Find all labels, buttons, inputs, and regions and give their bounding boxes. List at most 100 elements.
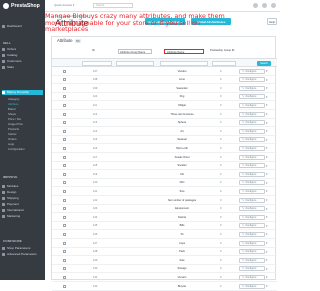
configure-button[interactable]: ✎ Configure (239, 137, 265, 143)
row-checkbox[interactable] (63, 78, 66, 82)
search-input[interactable]: Search (93, 3, 133, 8)
filter-attribute-name-input[interactable] (160, 60, 208, 66)
notifications-icon[interactable] (262, 3, 267, 8)
row-checkbox[interactable] (63, 181, 66, 185)
sidebar-item[interactable]: Modules (2, 184, 43, 189)
row-actions-dropdown-icon[interactable]: ▾ (266, 224, 268, 228)
row-checkbox[interactable] (63, 121, 66, 125)
row-actions-dropdown-icon[interactable]: ▾ (266, 86, 268, 90)
row-actions-dropdown-icon[interactable]: ▾ (266, 112, 268, 116)
configure-button[interactable]: ✎ Configure (239, 197, 265, 203)
row-checkbox[interactable] (63, 164, 66, 168)
configure-button[interactable]: ✎ Configure (239, 214, 265, 220)
row-actions-dropdown-icon[interactable]: ▾ (266, 275, 268, 279)
configure-button[interactable]: ✎ Configure (239, 240, 265, 246)
configure-button[interactable]: ✎ Configure (239, 68, 265, 74)
row-checkbox[interactable] (63, 207, 66, 211)
row-actions-dropdown-icon[interactable]: ▾ (266, 250, 268, 254)
row-checkbox[interactable] (63, 129, 66, 133)
sidebar-subitem[interactable]: Configuration (8, 147, 25, 151)
sidebar-item[interactable]: Payment (2, 202, 43, 207)
row-actions-dropdown-icon[interactable]: ▾ (266, 181, 268, 185)
configure-button[interactable]: ✎ Configure (239, 102, 265, 108)
row-checkbox[interactable] (63, 267, 66, 271)
sidebar-subitem[interactable]: Products (8, 127, 19, 131)
row-checkbox[interactable] (63, 224, 66, 228)
configure-button[interactable]: ✎ Configure (239, 154, 265, 160)
sidebar-item[interactable]: Shop Parameters (2, 246, 43, 251)
row-checkbox[interactable] (63, 241, 66, 245)
sidebar-item[interactable]: Design (2, 190, 43, 195)
sidebar-subitem[interactable]: Carrier (8, 132, 17, 136)
row-actions-dropdown-icon[interactable]: ▾ (266, 207, 268, 211)
sidebar-item[interactable]: Stats (2, 65, 43, 70)
column-group-name-box[interactable]: Attribute Group Name (118, 49, 152, 54)
row-actions-dropdown-icon[interactable]: ▾ (266, 241, 268, 245)
row-actions-dropdown-icon[interactable]: ▾ (266, 164, 268, 168)
row-actions-dropdown-icon[interactable]: ▾ (266, 232, 268, 236)
configure-button[interactable]: ✎ Configure (239, 94, 265, 100)
row-checkbox[interactable] (63, 138, 66, 142)
configure-button[interactable]: ✎ Configure (239, 274, 265, 280)
row-actions-dropdown-icon[interactable]: ▾ (266, 267, 268, 271)
sidebar-subitem[interactable]: Logs (8, 142, 14, 146)
sidebar-subitem[interactable]: Category (8, 97, 19, 101)
configure-button[interactable]: ✎ Configure (239, 249, 265, 255)
user-avatar-icon[interactable] (271, 3, 276, 8)
row-checkbox[interactable] (63, 103, 66, 107)
row-actions-dropdown-icon[interactable]: ▾ (266, 215, 268, 219)
sidebar-subitem[interactable]: Image Price (8, 122, 23, 126)
configure-button[interactable]: ✎ Configure (239, 163, 265, 169)
row-actions-dropdown-icon[interactable]: ▾ (266, 258, 268, 262)
sidebar-subitem[interactable]: Price / Tax (8, 117, 21, 121)
sidebar-subitem[interactable]: Shops (8, 112, 16, 116)
column-attribute-name-box[interactable]: Attribute Name (164, 49, 204, 54)
row-checkbox[interactable] (63, 250, 66, 254)
row-actions-dropdown-icon[interactable]: ▾ (266, 189, 268, 193)
column-header-group-id[interactable]: Prestashop Group ID (210, 49, 234, 52)
configure-button[interactable]: ✎ Configure (239, 171, 265, 177)
sidebar-subitem[interactable]: Attribute (8, 102, 18, 106)
row-checkbox[interactable] (63, 155, 66, 159)
row-checkbox[interactable] (63, 258, 66, 262)
row-checkbox[interactable] (63, 146, 66, 150)
filter-search-button[interactable]: Search (257, 60, 271, 66)
configure-button[interactable]: ✎ Configure (239, 188, 265, 194)
row-checkbox[interactable] (63, 198, 66, 202)
sidebar-item[interactable]: Customers (2, 59, 43, 64)
configure-button[interactable]: ✎ Configure (239, 77, 265, 83)
row-actions-dropdown-icon[interactable]: ▾ (266, 155, 268, 159)
configure-button[interactable]: ✎ Configure (239, 257, 265, 263)
row-checkbox[interactable] (63, 284, 66, 288)
prestashop-logo[interactable]: PrestaShop (3, 3, 40, 9)
configure-button[interactable]: ✎ Configure (239, 180, 265, 186)
configure-button[interactable]: ✎ Configure (239, 231, 265, 237)
row-checkbox[interactable] (63, 275, 66, 279)
sidebar-item[interactable]: Dashboard (2, 24, 43, 29)
row-actions-dropdown-icon[interactable]: ▾ (266, 146, 268, 150)
row-actions-dropdown-icon[interactable]: ▾ (266, 172, 268, 176)
sidebar-subitem[interactable]: Brand (8, 107, 15, 111)
sidebar-item[interactable]: Advanced Parameters (2, 252, 43, 257)
row-checkbox[interactable] (63, 232, 66, 236)
row-actions-dropdown-icon[interactable]: ▾ (266, 284, 268, 288)
sidebar-subitem[interactable]: Orders (8, 137, 17, 141)
configure-button[interactable]: ✎ Configure (239, 283, 265, 289)
configure-button[interactable]: ✎ Configure (239, 145, 265, 151)
row-checkbox[interactable] (63, 69, 66, 73)
sidebar-item[interactable]: Marketing (2, 214, 43, 219)
configure-button[interactable]: ✎ Configure (239, 85, 265, 91)
row-actions-dropdown-icon[interactable]: ▾ (266, 95, 268, 99)
row-actions-dropdown-icon[interactable]: ▾ (266, 69, 268, 73)
sidebar-item[interactable]: International (2, 208, 43, 213)
row-actions-dropdown-icon[interactable]: ▾ (266, 78, 268, 82)
row-checkbox[interactable] (63, 215, 66, 219)
filter-id-input[interactable] (82, 60, 112, 66)
filter-group-id-input[interactable] (212, 60, 236, 66)
row-checkbox[interactable] (63, 189, 66, 193)
row-actions-dropdown-icon[interactable]: ▾ (266, 198, 268, 202)
row-checkbox[interactable] (63, 172, 66, 176)
row-checkbox[interactable] (63, 95, 66, 99)
configure-button[interactable]: ✎ Configure (239, 111, 265, 117)
sidebar-item[interactable]: Orders (2, 47, 43, 52)
